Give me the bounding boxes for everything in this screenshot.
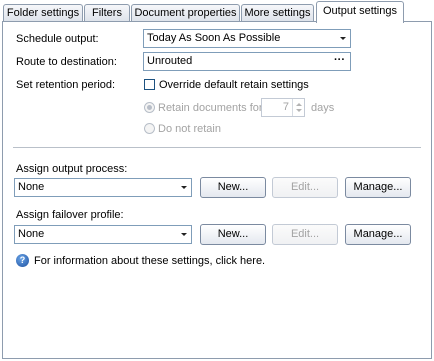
route-destination-label: Route to destination: <box>16 56 117 68</box>
tab-filters[interactable]: Filters <box>84 4 130 22</box>
schedule-output-label: Schedule output: <box>16 33 99 45</box>
output-process-label: Assign output process: <box>16 163 128 175</box>
failover-profile-combobox[interactable]: None <box>14 225 192 244</box>
failover-profile-value: None <box>18 228 45 240</box>
retain-documents-radio[interactable] <box>144 102 155 113</box>
tab-output-settings[interactable]: Output settings <box>316 1 404 23</box>
failover-edit-button[interactable]: Edit... <box>272 224 338 245</box>
retention-period-label: Set retention period: <box>16 79 116 91</box>
output-process-edit-button[interactable]: Edit... <box>272 177 338 198</box>
retain-days-stepper[interactable]: 7 <box>261 98 305 117</box>
chevron-down-icon[interactable] <box>296 109 302 112</box>
help-link[interactable]: For information about these settings, cl… <box>34 254 265 268</box>
browse-button[interactable]: ··· <box>334 53 345 67</box>
days-label: days <box>311 102 335 114</box>
override-retain-checkbox[interactable] <box>144 79 155 90</box>
output-settings-panel: Schedule output: Today As Soon As Possib… <box>2 21 432 359</box>
schedule-output-value: Today As Soon As Possible <box>147 32 281 44</box>
failover-new-button[interactable]: New... <box>200 224 266 245</box>
do-not-retain-label[interactable]: Do not retain <box>158 122 221 136</box>
retain-documents-label[interactable]: Retain documents for <box>158 101 263 115</box>
tab-more-settings[interactable]: More settings <box>241 4 314 22</box>
stepper-buttons[interactable] <box>292 99 304 116</box>
section-divider <box>13 147 421 148</box>
output-process-combobox[interactable]: None <box>14 178 192 197</box>
tab-strip: Folder settings Filters Document propert… <box>0 0 434 23</box>
override-retain-label[interactable]: Override default retain settings <box>159 78 309 92</box>
tab-document-properties[interactable]: Document properties <box>131 4 240 22</box>
failover-profile-label: Assign failover profile: <box>16 209 124 221</box>
output-process-manage-button[interactable]: Manage... <box>345 177 411 198</box>
route-destination-field[interactable]: Unrouted ··· <box>143 52 351 71</box>
retain-days-value: 7 <box>282 101 289 113</box>
do-not-retain-radio[interactable] <box>144 123 155 134</box>
help-icon[interactable]: ? <box>16 254 29 267</box>
output-process-value: None <box>18 181 45 193</box>
chevron-down-icon[interactable] <box>181 186 187 189</box>
failover-manage-button[interactable]: Manage... <box>345 224 411 245</box>
chevron-up-icon[interactable] <box>296 103 302 106</box>
tab-folder-settings[interactable]: Folder settings <box>3 4 83 22</box>
chevron-down-icon[interactable] <box>181 233 187 236</box>
route-destination-value: Unrouted <box>147 55 193 67</box>
chevron-down-icon[interactable] <box>340 37 346 40</box>
output-process-new-button[interactable]: New... <box>200 177 266 198</box>
schedule-output-combobox[interactable]: Today As Soon As Possible <box>143 29 351 48</box>
